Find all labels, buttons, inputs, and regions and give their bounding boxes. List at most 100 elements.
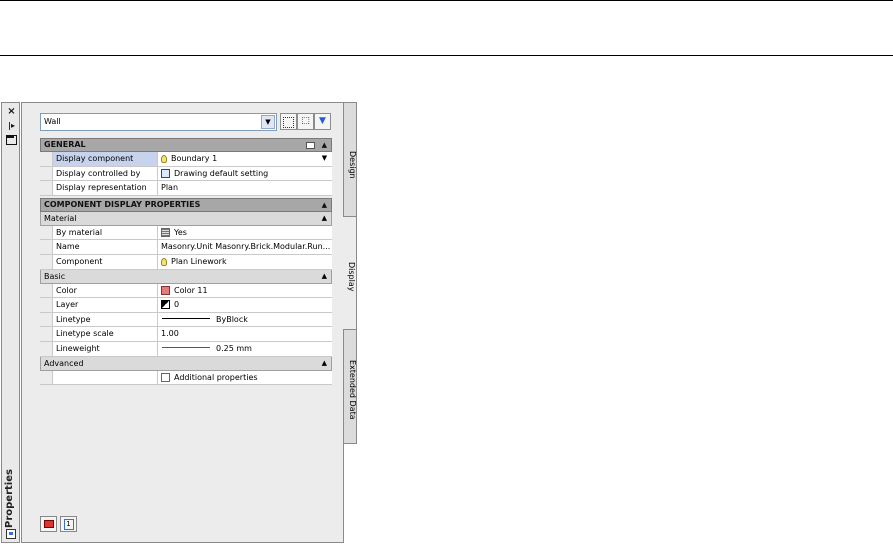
color-swatch-icon [161, 285, 170, 295]
collapse-icon[interactable]: ▲ [322, 141, 327, 149]
property-label: Layer [53, 298, 158, 312]
property-row[interactable]: Linetype ByBlock [40, 312, 332, 328]
tab-design[interactable]: Design [343, 102, 357, 217]
select-objects-icon[interactable]: ⬚ [297, 113, 314, 130]
property-value[interactable]: Yes [158, 225, 332, 240]
collapse-icon[interactable]: ▲ [322, 214, 327, 222]
property-row[interactable]: Linetype scale 1.00 [40, 327, 332, 342]
basic-category-header[interactable]: Basic ▲ [40, 269, 332, 284]
second-rule [0, 55, 893, 56]
additional-properties-value: Additional properties [174, 372, 258, 382]
palette-content: Wall ▼ ⬚ ▼ GENERAL ▲ Display component B… [21, 102, 344, 543]
row-gutter [40, 312, 53, 327]
row-gutter [40, 283, 53, 298]
palette-title: Properties [4, 469, 15, 529]
property-grid: GENERAL ▲ Display component Boundary 1 ▼… [40, 138, 332, 386]
row-gutter [40, 240, 53, 254]
property-row[interactable]: Display representation Plan [40, 181, 332, 196]
tab-display-label: Display [347, 262, 356, 292]
palette-titlebar[interactable]: × |▸ Properties [1, 102, 20, 543]
tab-extended-data-label: Extended Data [348, 360, 357, 420]
basic-category-title: Basic [44, 271, 66, 281]
info-icon: 1 [63, 519, 74, 530]
display-component-value: Boundary 1 [171, 154, 218, 163]
object-type-value: Wall [44, 117, 61, 126]
property-value[interactable]: 0.25 mm [158, 341, 332, 356]
property-value[interactable]: Masonry.Unit Masonry.Brick.Modular.Run..… [158, 240, 332, 254]
property-value[interactable]: ByBlock [158, 312, 332, 327]
auto-hide-icon[interactable]: |▸ [5, 120, 18, 131]
palette-properties-icon[interactable] [5, 134, 18, 145]
tab-design-label: Design [348, 151, 357, 179]
general-section-title: GENERAL [44, 140, 86, 149]
display-controlled-value: Drawing default setting [174, 168, 269, 178]
collapse-icon[interactable]: ▲ [322, 359, 327, 367]
property-label: Name [53, 240, 158, 254]
property-row[interactable]: Color Color 11 [40, 283, 332, 299]
drawing-icon [161, 168, 170, 178]
by-material-value: Yes [174, 227, 187, 237]
property-row[interactable]: Layer 0 [40, 298, 332, 313]
layer-value: 0 [174, 300, 180, 310]
property-value[interactable]: Plan Linework [158, 254, 332, 269]
material-stack-icon [161, 227, 170, 237]
property-row[interactable]: Component Plan Linework [40, 254, 332, 270]
edit-style-icon [43, 520, 54, 528]
row-gutter [40, 370, 53, 385]
property-value[interactable]: Drawing default setting [158, 166, 332, 181]
tab-display[interactable]: Display [343, 216, 357, 330]
property-value[interactable]: Additional properties [158, 370, 332, 385]
property-label: Lineweight [53, 341, 158, 356]
bulb-icon [161, 155, 167, 163]
property-value[interactable]: 1.00 [158, 327, 332, 341]
general-section-header[interactable]: GENERAL ▲ [40, 138, 332, 152]
property-label: Color [53, 283, 158, 298]
property-value[interactable]: Color 11 [158, 283, 332, 298]
property-value[interactable]: 0 [158, 298, 332, 312]
property-row[interactable]: Display component Boundary 1 ▼ [40, 152, 332, 167]
palette-icon [6, 529, 16, 539]
collapse-icon[interactable]: ▲ [322, 201, 327, 209]
row-gutter [40, 152, 53, 166]
row-gutter [40, 298, 53, 312]
advanced-category-header[interactable]: Advanced ▲ [40, 356, 332, 371]
property-label: Display controlled by [53, 166, 158, 181]
property-label: Linetype scale [53, 327, 158, 341]
bulb-icon [161, 257, 167, 266]
tab-extended-data[interactable]: Extended Data [343, 329, 357, 444]
component-display-section-header[interactable]: COMPONENT DISPLAY PROPERTIES ▲ [40, 197, 332, 212]
top-rule [0, 0, 893, 1]
info-button[interactable]: 1 [60, 516, 77, 532]
collapse-icon[interactable]: ▲ [322, 272, 327, 280]
row-gutter [40, 327, 53, 341]
component-value: Plan Linework [171, 256, 227, 266]
property-row[interactable]: By material Yes [40, 225, 332, 241]
property-value[interactable]: Boundary 1 ▼ [158, 152, 332, 166]
property-label: Display representation [53, 181, 158, 195]
component-display-title: COMPONENT DISPLAY PROPERTIES [44, 199, 201, 209]
toggle-pickadd-icon[interactable] [280, 113, 297, 130]
chevron-down-icon[interactable]: ▼ [319, 153, 330, 164]
lineweight-value: 0.25 mm [216, 343, 252, 353]
object-type-select[interactable]: Wall ▼ [40, 113, 277, 131]
property-row[interactable]: Display controlled by Drawing default se… [40, 166, 332, 182]
property-row[interactable]: Name Masonry.Unit Masonry.Brick.Modular.… [40, 240, 332, 255]
row-gutter [40, 181, 53, 195]
page-icon [161, 372, 170, 382]
edit-style-button[interactable] [40, 516, 57, 532]
quick-select-icon[interactable]: ▼ [314, 113, 331, 130]
linetype-icon [162, 317, 210, 319]
row-gutter [40, 225, 53, 240]
material-category-title: Material [44, 213, 77, 223]
property-row[interactable]: Lineweight 0.25 mm [40, 341, 332, 357]
close-icon[interactable]: × [5, 106, 18, 117]
property-row[interactable]: Additional properties [40, 370, 332, 386]
properties-palette: × |▸ Properties Wall ▼ ⬚ ▼ GENERAL ▲ Dis… [1, 102, 357, 543]
linetype-value: ByBlock [216, 314, 248, 324]
material-category-header[interactable]: Material ▲ [40, 211, 332, 226]
property-value[interactable]: Plan [158, 181, 332, 195]
property-label: Display component [53, 152, 158, 166]
property-label: By material [53, 225, 158, 240]
chevron-down-icon[interactable]: ▼ [261, 115, 275, 129]
collapse-all-icon[interactable] [306, 142, 315, 149]
